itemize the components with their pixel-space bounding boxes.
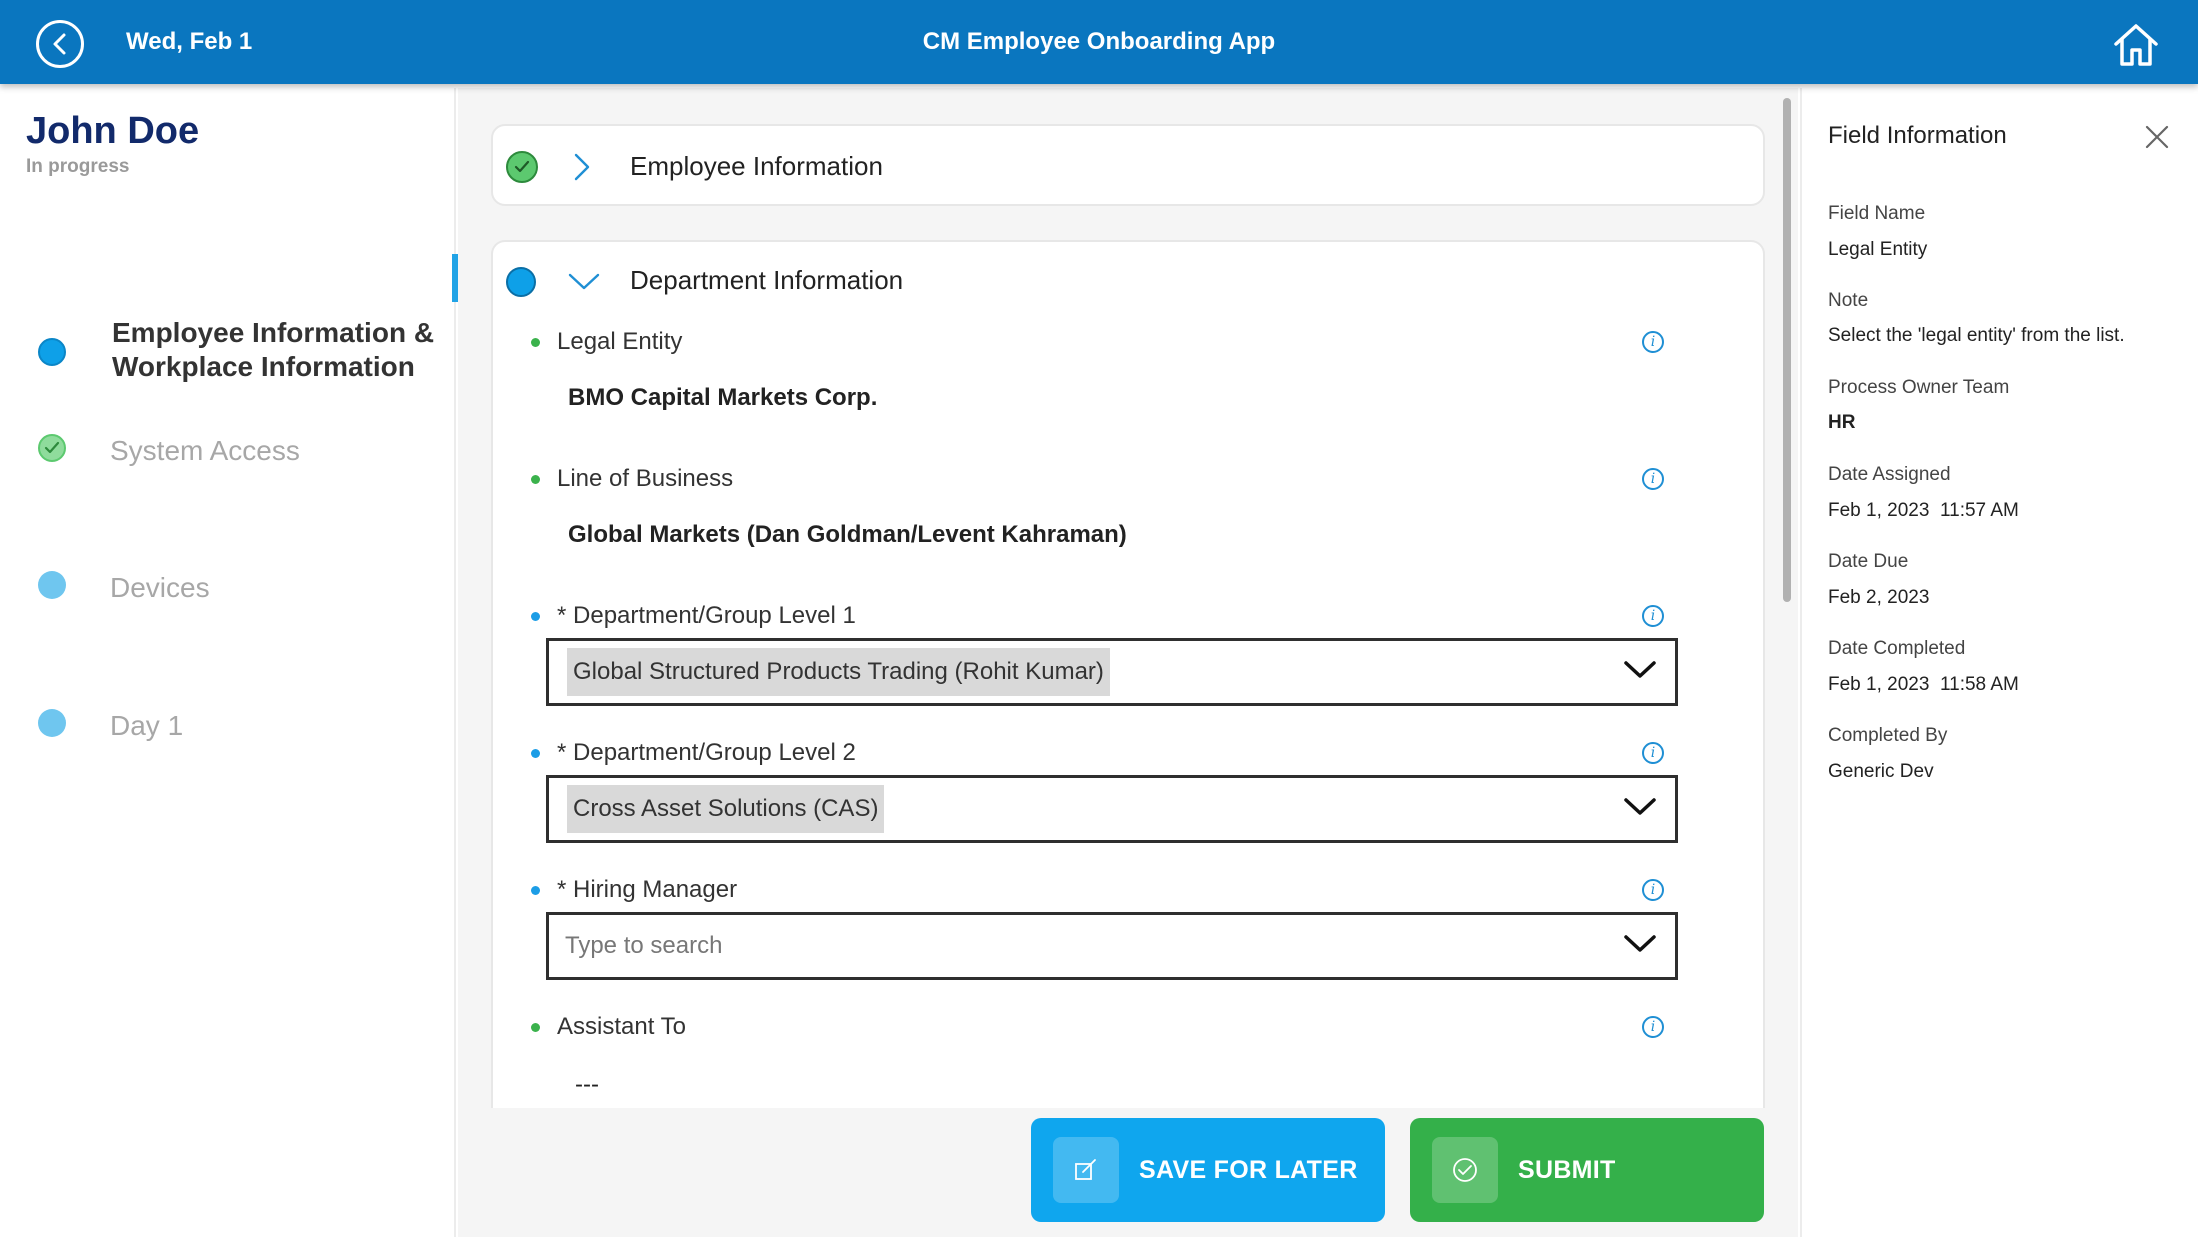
- date-due-value: Feb 2, 2023: [1828, 587, 1930, 608]
- submit-button[interactable]: SUBMIT: [1410, 1118, 1764, 1222]
- section-employee-information[interactable]: Employee Information: [491, 124, 1765, 206]
- process-owner-label: Process Owner Team: [1828, 377, 2010, 398]
- date-assigned-label: Date Assigned: [1828, 464, 1951, 485]
- info-icon[interactable]: i: [1642, 331, 1664, 353]
- field-name-label: Field Name: [1828, 203, 1926, 224]
- step-label: Day 1: [110, 710, 184, 741]
- optional-field-dot: [531, 338, 540, 347]
- save-icon-box: [1053, 1137, 1119, 1203]
- assistant-to-label: Assistant To: [557, 1013, 686, 1040]
- dept-level-1-label: * Department/Group Level 1: [557, 602, 856, 629]
- hiring-manager-dropdown[interactable]: [546, 912, 1678, 980]
- close-icon[interactable]: [2142, 122, 2172, 152]
- step-label: Employee Information & Workplace Informa…: [112, 317, 435, 382]
- optional-field-dot: [531, 1023, 540, 1032]
- chevron-down-icon[interactable]: [567, 272, 601, 292]
- hiring-manager-search-input[interactable]: [565, 922, 1605, 970]
- field-name-value: Legal Entity: [1828, 239, 1928, 260]
- save-for-later-button[interactable]: SAVE FOR LATER: [1031, 1118, 1385, 1222]
- selected-value-chip: Global Structured Products Trading (Rohi…: [567, 648, 1110, 696]
- field-information-panel: Field Information Field Name Legal Entit…: [1800, 88, 2198, 1237]
- step-employee-workplace-info[interactable]: Employee Information & Workplace Informa…: [38, 316, 442, 384]
- info-icon[interactable]: i: [1642, 605, 1664, 627]
- step-pending-dot-icon: [38, 709, 66, 737]
- hiring-manager-label: * Hiring Manager: [557, 876, 738, 903]
- chevron-right-icon[interactable]: [573, 152, 591, 182]
- selected-value-chip: Cross Asset Solutions (CAS): [567, 785, 885, 833]
- completed-by-label: Completed By: [1828, 725, 1948, 746]
- dept-level-1-dropdown[interactable]: Global Structured Products Trading (Rohi…: [546, 638, 1678, 706]
- info-icon[interactable]: i: [1642, 879, 1664, 901]
- line-of-business-value: Global Markets (Dan Goldman/Levent Kahra…: [568, 521, 1127, 548]
- legal-entity-value: BMO Capital Markets Corp.: [568, 384, 878, 411]
- completed-by-value: Generic Dev: [1828, 761, 1934, 782]
- panel-title: Field Information: [1828, 122, 2007, 149]
- header-date: Wed, Feb 1: [126, 28, 253, 55]
- back-button[interactable]: [36, 20, 84, 68]
- dept-level-2-dropdown[interactable]: Cross Asset Solutions (CAS): [546, 775, 1678, 843]
- check-circle-icon: [1453, 1158, 1477, 1182]
- dept-level-2-label: * Department/Group Level 2: [557, 739, 856, 766]
- info-icon[interactable]: i: [1642, 742, 1664, 764]
- chevron-down-icon: [1624, 661, 1656, 678]
- assistant-to-value: ---: [575, 1071, 599, 1098]
- required-field-dot: [531, 749, 540, 758]
- required-field-dot: [531, 886, 540, 895]
- note-value: Select the 'legal entity' from the list.: [1828, 325, 2125, 346]
- section-title: Department Information: [630, 265, 904, 295]
- chevron-down-icon: [1624, 935, 1656, 952]
- line-of-business-label: Line of Business: [557, 465, 734, 492]
- check-circle-icon: [506, 151, 538, 183]
- step-label: System Access: [110, 435, 300, 466]
- employee-status: In progress: [26, 156, 130, 177]
- app-title: CM Employee Onboarding App: [922, 28, 1276, 55]
- home-button[interactable]: [2112, 22, 2160, 68]
- home-icon: [2114, 24, 2158, 66]
- section-title: Employee Information: [630, 151, 883, 181]
- edit-icon: [1075, 1159, 1096, 1180]
- chevron-down-icon: [1624, 798, 1656, 815]
- step-devices[interactable]: Devices: [38, 571, 210, 605]
- progress-sidebar: John Doe In progress Employee Informatio…: [0, 88, 456, 1237]
- step-label: Devices: [110, 572, 210, 603]
- employee-name: John Doe: [26, 110, 200, 152]
- step-active-dot-icon: [38, 338, 66, 366]
- optional-field-dot: [531, 475, 540, 484]
- info-icon[interactable]: i: [1642, 1016, 1664, 1038]
- note-label: Note: [1828, 290, 1869, 311]
- date-due-label: Date Due: [1828, 551, 1909, 572]
- submit-button-label: SUBMIT: [1518, 1155, 1616, 1184]
- date-completed-label: Date Completed: [1828, 638, 1966, 659]
- date-completed-value: Feb 1, 2023 11:58 AM: [1828, 674, 2019, 695]
- top-bar: Wed, Feb 1 CM Employee Onboarding App: [0, 0, 2198, 84]
- chevron-left-icon: [53, 33, 66, 55]
- check-circle-icon: [38, 434, 66, 462]
- date-assigned-value: Feb 1, 2023 11:57 AM: [1828, 500, 2019, 521]
- scrollbar[interactable]: [1783, 98, 1791, 602]
- step-day-1[interactable]: Day 1: [38, 709, 183, 743]
- required-field-dot: [531, 612, 540, 621]
- legal-entity-label: Legal Entity: [557, 328, 683, 355]
- step-system-access[interactable]: System Access: [38, 434, 300, 468]
- submit-icon-box: [1432, 1137, 1498, 1203]
- in-progress-dot-icon: [506, 267, 536, 297]
- save-button-label: SAVE FOR LATER: [1139, 1155, 1358, 1184]
- process-owner-value: HR: [1828, 412, 1856, 433]
- info-icon[interactable]: i: [1642, 468, 1664, 490]
- step-pending-dot-icon: [38, 571, 66, 599]
